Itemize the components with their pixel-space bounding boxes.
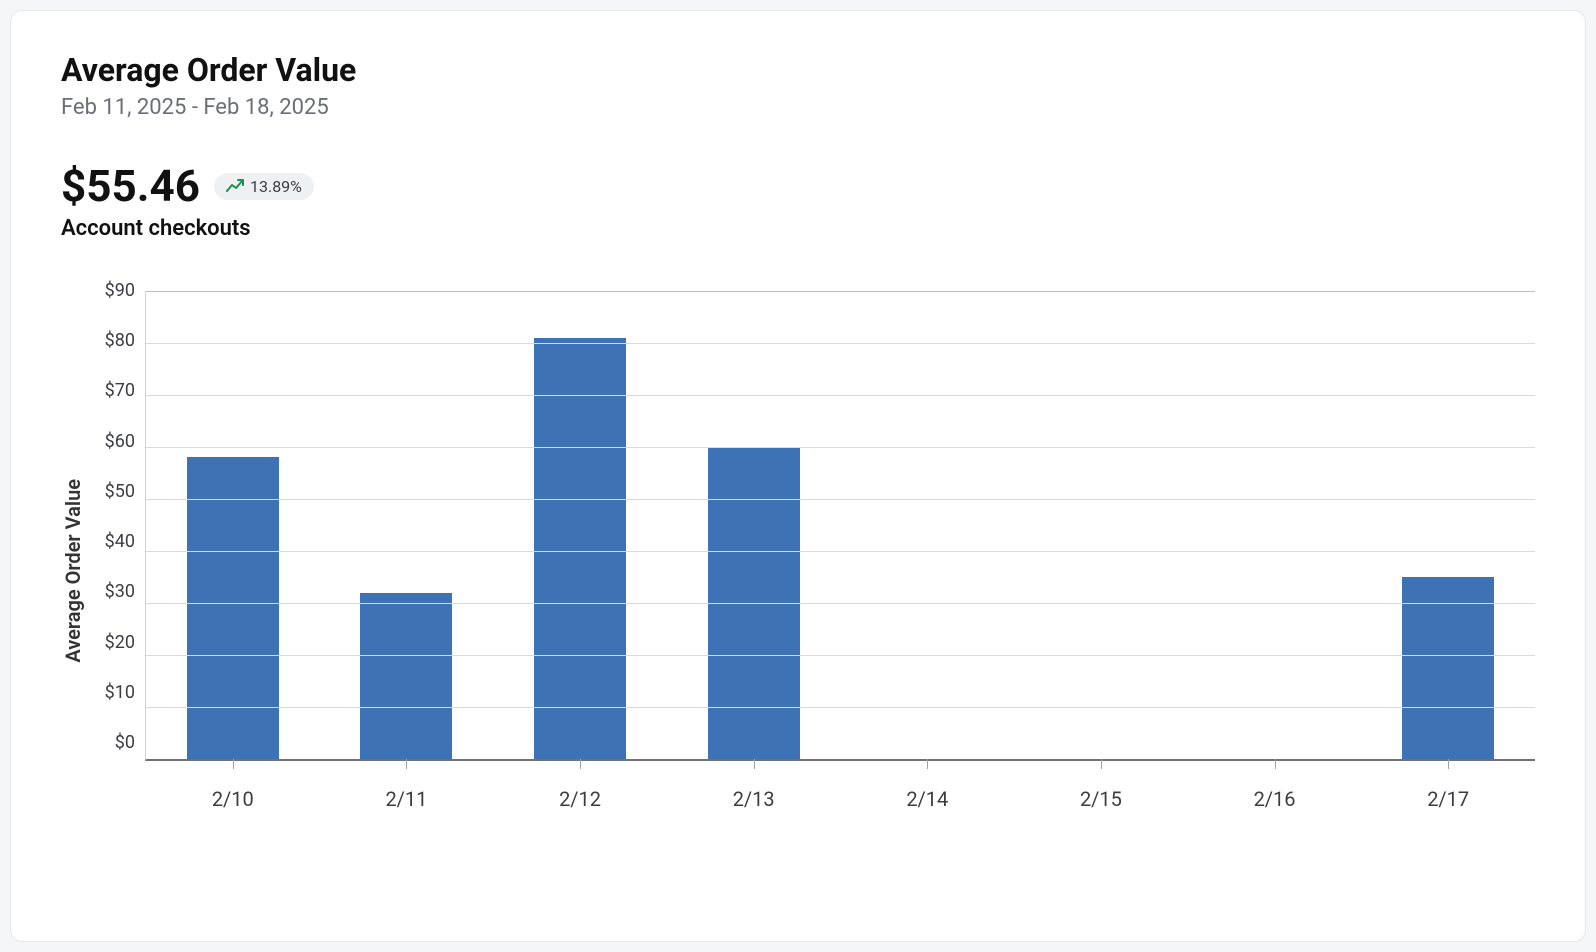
x-tick-mark [1101,759,1102,769]
gridline [146,291,1535,292]
trend-up-icon [226,179,244,193]
y-tick-label: $40 [91,533,135,551]
x-tick-label: 2/17 [1361,787,1535,811]
y-tick-label: $10 [91,684,135,702]
delta-badge: 13.89% [214,173,314,200]
y-tick-label: $90 [91,282,135,300]
gridline [146,447,1535,448]
y-tick-label: $30 [91,583,135,601]
gridline [146,499,1535,500]
gridline [146,395,1535,396]
bar-slot [493,291,667,759]
y-axis-label: Average Order Value [61,479,85,663]
metric-row: $55.46 13.89% [61,160,1535,212]
card-title: Average Order Value [61,51,1535,89]
plot-area: 2/102/112/122/132/142/152/162/17 [145,291,1535,761]
x-axis-ticks: 2/102/112/122/132/142/152/162/17 [146,787,1535,811]
date-range: Feb 11, 2025 - Feb 18, 2025 [61,95,1535,120]
bar [360,593,452,759]
bar-slot [320,291,494,759]
gridline [146,551,1535,552]
gridline [146,603,1535,604]
delta-value: 13.89% [250,177,302,196]
bar-slot [1014,291,1188,759]
chart: Average Order Value $90$80$70$60$50$40$3… [61,291,1535,851]
x-tick-mark [754,759,755,769]
y-tick-label: $60 [91,433,135,451]
bar-slot [841,291,1015,759]
gridline [146,343,1535,344]
metric-sub-label: Account checkouts [61,216,1535,241]
bar [1402,577,1494,759]
x-tick-label: 2/10 [146,787,320,811]
x-tick-label: 2/13 [667,787,841,811]
y-tick-label: $20 [91,634,135,652]
gridline [146,655,1535,656]
x-tick-label: 2/14 [841,787,1015,811]
bar [534,338,626,759]
y-axis-ticks: $90$80$70$60$50$40$30$20$10$0 [91,291,145,761]
bar-slot [667,291,841,759]
x-tick-label: 2/16 [1188,787,1362,811]
y-tick-label: $0 [91,734,135,752]
x-tick-label: 2/11 [320,787,494,811]
x-tick-mark [1275,759,1276,769]
x-tick-mark [406,759,407,769]
x-tick-mark [580,759,581,769]
bar-slot [146,291,320,759]
y-tick-label: $70 [91,382,135,400]
bar-slot [1361,291,1535,759]
metric-card: Average Order Value Feb 11, 2025 - Feb 1… [10,10,1586,942]
x-tick-label: 2/15 [1014,787,1188,811]
y-tick-label: $80 [91,332,135,350]
x-tick-mark [927,759,928,769]
x-tick-mark [1448,759,1449,769]
x-tick-mark [233,759,234,769]
metric-value: $55.46 [61,160,200,212]
bar [187,457,279,759]
bars-container [146,291,1535,759]
bar-slot [1188,291,1362,759]
y-tick-label: $50 [91,483,135,501]
x-tick-label: 2/12 [493,787,667,811]
gridline [146,707,1535,708]
